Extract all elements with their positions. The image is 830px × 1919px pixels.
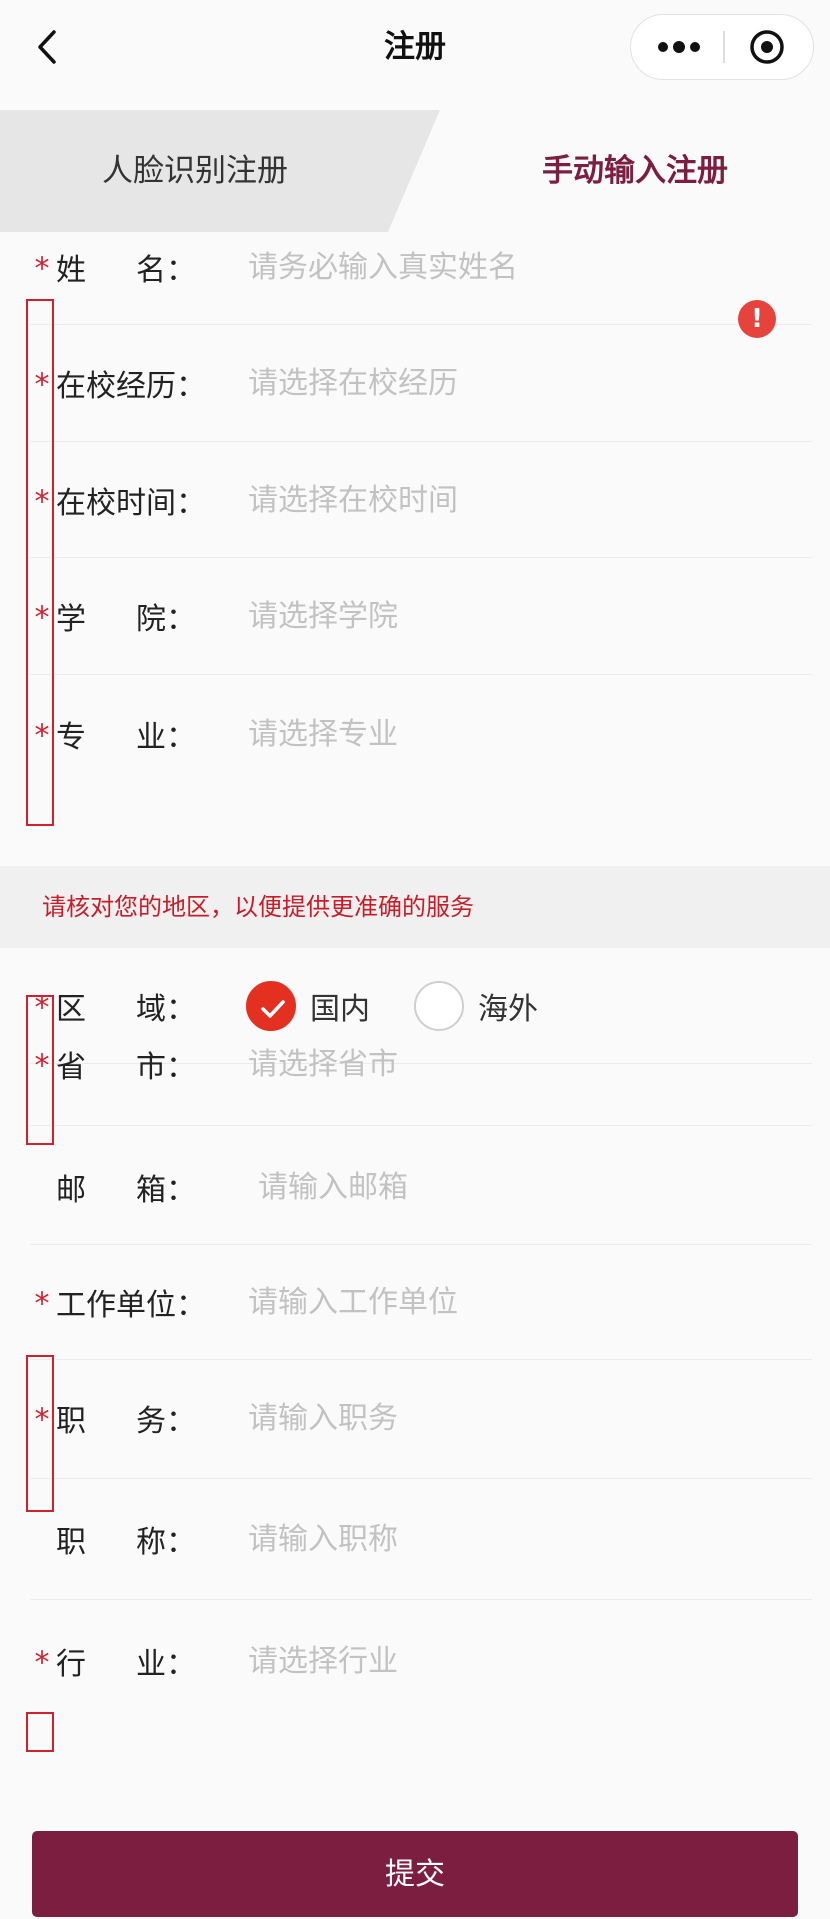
back-button[interactable] <box>28 22 68 72</box>
label-char: 务： <box>136 1404 196 1439</box>
label-char: 工作单位： <box>56 1288 206 1323</box>
field-label-history: 在校经历： <box>56 361 206 405</box>
required-star: * <box>34 367 50 403</box>
label-char: 名： <box>136 253 196 288</box>
target-circle-icon <box>750 30 784 64</box>
label-char: 专 <box>56 720 86 755</box>
input-email[interactable] <box>258 1165 750 1209</box>
input-province[interactable] <box>248 1042 750 1086</box>
input-company[interactable] <box>248 1280 750 1324</box>
required-star: * <box>34 600 50 636</box>
close-mini-program-button[interactable] <box>725 15 813 78</box>
required-star: * <box>34 1286 50 1322</box>
field-label-company: 工作单位： <box>56 1280 206 1324</box>
field-label-title: 职 称： <box>56 1517 196 1561</box>
input-name[interactable] <box>248 245 750 289</box>
form-row-time: * 在校时间： <box>0 442 830 558</box>
field-label-name: 姓 名： <box>56 245 196 289</box>
form-row-major: * 专 业： <box>0 676 830 792</box>
input-title[interactable] <box>248 1517 750 1561</box>
label-char: 省 <box>56 1050 86 1085</box>
field-label-time: 在校时间： <box>56 478 206 522</box>
field-label-major: 专 业： <box>56 712 196 756</box>
navigation-bar: 注册 <box>0 0 830 100</box>
form-row-history: * 在校经历： <box>0 325 830 442</box>
form-row-name: * 姓 名： <box>0 209 830 325</box>
field-label-email: 邮 箱： <box>56 1165 196 1209</box>
field-label-province: 省 市： <box>56 1042 196 1086</box>
label-char: 姓 <box>56 253 86 288</box>
form-row-email: 邮 箱： <box>0 1130 830 1245</box>
submit-button[interactable]: 提交 <box>32 1831 798 1917</box>
label-char: 业： <box>136 1647 196 1682</box>
label-char: 职 <box>56 1525 86 1560</box>
input-position[interactable] <box>248 1396 750 1440</box>
field-label-industry: 行 业： <box>56 1639 196 1683</box>
label-char: 职 <box>56 1404 86 1439</box>
label-char: 业： <box>136 720 196 755</box>
required-star: * <box>34 1402 50 1438</box>
label-char: 院： <box>136 602 196 637</box>
required-star: * <box>34 251 50 287</box>
mini-program-capsule <box>630 14 814 80</box>
input-industry[interactable] <box>248 1639 750 1683</box>
form-row-title: 职 称： <box>0 1478 830 1600</box>
label-char: 称： <box>136 1525 196 1560</box>
label-char: 邮 <box>56 1173 86 1208</box>
input-time[interactable] <box>248 478 750 522</box>
region-notice: 请核对您的地区，以便提供更准确的服务 <box>0 866 830 948</box>
field-label-position: 职 务： <box>56 1396 196 1440</box>
error-icon: ! <box>738 300 776 338</box>
input-major[interactable] <box>248 712 750 756</box>
chevron-left-icon <box>38 30 56 64</box>
input-college[interactable] <box>248 594 750 638</box>
input-history[interactable] <box>248 361 750 405</box>
label-char: 箱： <box>136 1173 196 1208</box>
form-row-province: * 省 市： <box>0 1003 830 1126</box>
field-label-college: 学 院： <box>56 594 196 638</box>
form-row-position: * 职 务： <box>0 1358 830 1479</box>
form-row-industry: * 行 业： <box>0 1596 830 1726</box>
label-char: 行 <box>56 1647 86 1682</box>
required-star: * <box>34 484 50 520</box>
more-button[interactable] <box>631 15 723 78</box>
more-dots-icon <box>658 41 700 53</box>
label-char: 在校经历： <box>56 369 206 404</box>
required-star: * <box>34 718 50 754</box>
label-char: 学 <box>56 602 86 637</box>
label-char: 在校时间： <box>56 486 206 521</box>
form-row-company: * 工作单位： <box>0 1244 830 1360</box>
row-divider <box>30 1124 812 1126</box>
row-divider <box>30 674 812 675</box>
required-star: * <box>34 1048 50 1084</box>
required-star: * <box>34 1645 50 1681</box>
form-row-college: * 学 院： <box>0 557 830 675</box>
label-char: 市： <box>136 1050 196 1085</box>
